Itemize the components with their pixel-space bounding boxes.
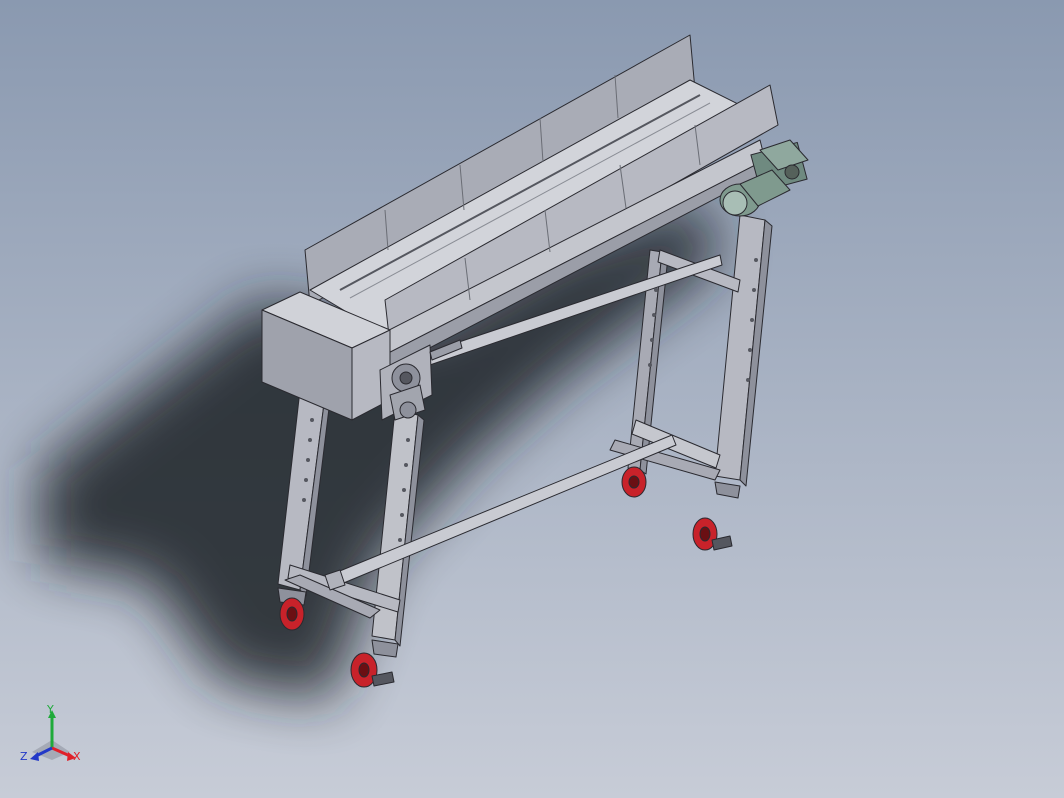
- caster-rear-left: [621, 466, 647, 498]
- caster-front-left: [277, 587, 307, 631]
- triad-y-label: Y: [46, 703, 54, 716]
- viewport-canvas[interactable]: Y X Z: [0, 0, 1064, 798]
- triad-x-label: X: [73, 750, 81, 763]
- cad-viewport[interactable]: Y X Z: [0, 0, 1064, 798]
- triad-z-label: Z: [20, 750, 28, 763]
